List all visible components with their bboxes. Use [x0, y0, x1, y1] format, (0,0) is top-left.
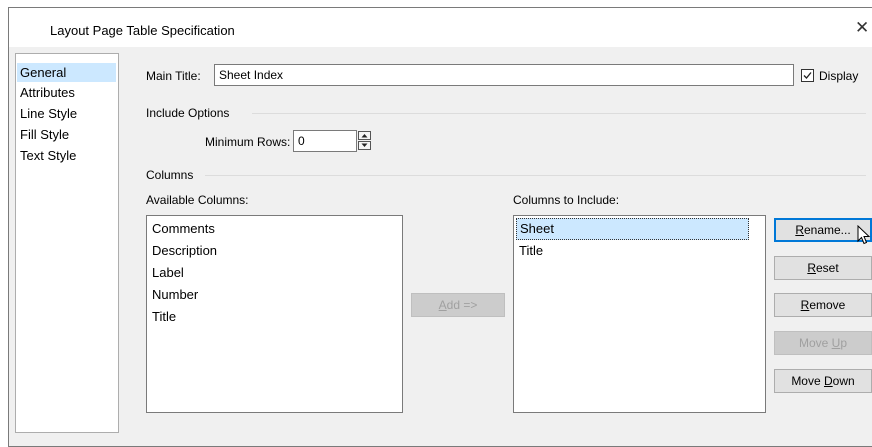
remove-button[interactable]: Remove [774, 293, 872, 317]
list-item[interactable]: Label [152, 262, 184, 284]
nav-item-fill-style[interactable]: Fill Style [17, 125, 116, 144]
display-label: Display [819, 69, 859, 83]
minimum-rows-label: Minimum Rows: [205, 135, 291, 149]
list-item[interactable]: Description [152, 240, 217, 262]
main-title-input[interactable]: Sheet Index [214, 64, 794, 86]
list-item[interactable]: Title [152, 306, 176, 328]
spin-down-icon[interactable] [358, 141, 371, 150]
list-item-selected[interactable]: Sheet [516, 218, 749, 240]
checkmark-icon [803, 72, 812, 79]
main-title-label: Main Title: [146, 69, 201, 83]
close-icon[interactable]: ✕ [855, 19, 869, 36]
display-checkbox[interactable] [801, 69, 814, 82]
include-options-label: Include Options [146, 106, 230, 120]
columns-divider [205, 175, 866, 176]
add-button[interactable]: Add => [411, 293, 505, 317]
reset-button[interactable]: Reset [774, 256, 872, 280]
minimum-rows-spinner[interactable] [358, 130, 373, 152]
mouse-pointer-icon [857, 225, 871, 245]
dialog-title: Layout Page Table Specification [50, 23, 235, 38]
available-columns-list[interactable]: Comments Description Label Number Title [146, 215, 403, 413]
category-list[interactable]: General Attributes Line Style Fill Style… [15, 53, 119, 433]
columns-label: Columns [146, 168, 194, 182]
list-item[interactable]: Title [519, 240, 543, 262]
columns-to-include-label: Columns to Include: [513, 193, 620, 207]
title-bar: Layout Page Table Specification ✕ [9, 8, 872, 47]
move-up-button[interactable]: Move Up [774, 331, 872, 355]
list-item[interactable]: Comments [152, 218, 215, 240]
spin-up-icon[interactable] [358, 131, 371, 140]
nav-item-attributes[interactable]: Attributes [17, 83, 116, 102]
nav-item-line-style[interactable]: Line Style [17, 104, 116, 123]
minimum-rows-input[interactable]: 0 [293, 130, 357, 152]
move-down-button[interactable]: Move Down [774, 369, 872, 393]
nav-item-general[interactable]: General [17, 63, 116, 82]
add-button-label: Add => [438, 298, 478, 312]
available-columns-label: Available Columns: [146, 193, 249, 207]
columns-to-include-list[interactable]: Sheet Title [513, 215, 766, 413]
nav-item-text-style[interactable]: Text Style [17, 146, 116, 165]
list-item[interactable]: Number [152, 284, 198, 306]
include-options-divider [252, 113, 866, 114]
